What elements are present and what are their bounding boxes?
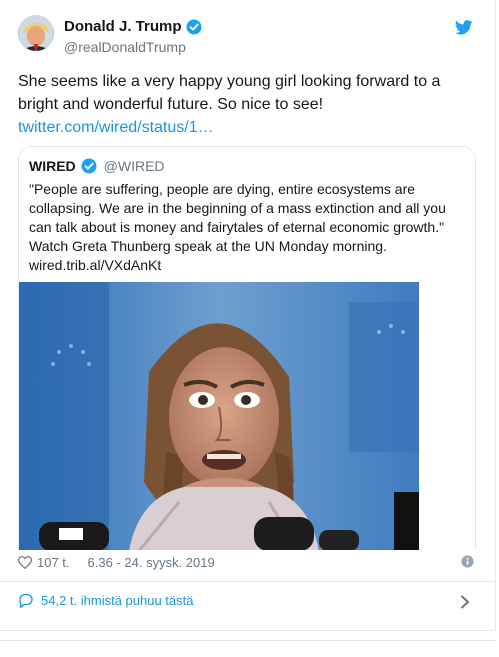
author-row: Donald J. Trump xyxy=(64,18,202,35)
heart-icon xyxy=(18,555,32,569)
conversation-link[interactable]: 54,2 t. ihmistä puhuu tästä xyxy=(18,593,193,608)
quoted-author-name: WIRED xyxy=(29,158,76,174)
like-button[interactable]: 107 t. xyxy=(18,555,70,570)
verified-badge-icon xyxy=(81,158,97,174)
conversation-label: 54,2 t. ihmistä puhuu tästä xyxy=(41,593,194,608)
quoted-text: "People are suffering, people are dying,… xyxy=(29,180,464,275)
quoted-photo[interactable] xyxy=(19,282,419,550)
twitter-bird-icon[interactable] xyxy=(455,20,473,35)
tweet-body: She seems like a very happy young girl l… xyxy=(18,73,441,113)
verified-badge-icon xyxy=(186,19,202,34)
chevron-right-icon[interactable] xyxy=(460,595,470,609)
quoted-author-row: WIRED @WIRED xyxy=(29,158,165,174)
quoted-tweet[interactable]: WIRED @WIRED "People are suffering, peop… xyxy=(18,146,476,550)
info-icon[interactable] xyxy=(461,555,474,568)
tweet-link[interactable]: twitter.com/wired/status/1… xyxy=(18,116,478,139)
quoted-author-handle: @WIRED xyxy=(103,158,165,174)
tweet-text: She seems like a very happy young girl l… xyxy=(18,70,478,139)
author-handle[interactable]: @realDonaldTrump xyxy=(64,39,186,55)
like-count: 107 t. xyxy=(37,554,70,570)
avatar[interactable] xyxy=(18,15,54,51)
author-name[interactable]: Donald J. Trump xyxy=(64,18,182,35)
tweet-meta: 107 t. 6.36 - 24. syysk. 2019 xyxy=(18,553,478,571)
separator-line xyxy=(0,640,496,641)
quoted-link: wired.trib.al/VXdAnKt xyxy=(29,257,162,273)
tweet-card: Donald J. Trump @realDonaldTrump She see… xyxy=(0,0,496,631)
tweet-timestamp[interactable]: 6.36 - 24. syysk. 2019 xyxy=(88,555,215,570)
quoted-body: "People are suffering, people are dying,… xyxy=(29,181,446,254)
reply-bubble-icon xyxy=(19,593,33,608)
divider xyxy=(0,581,496,582)
